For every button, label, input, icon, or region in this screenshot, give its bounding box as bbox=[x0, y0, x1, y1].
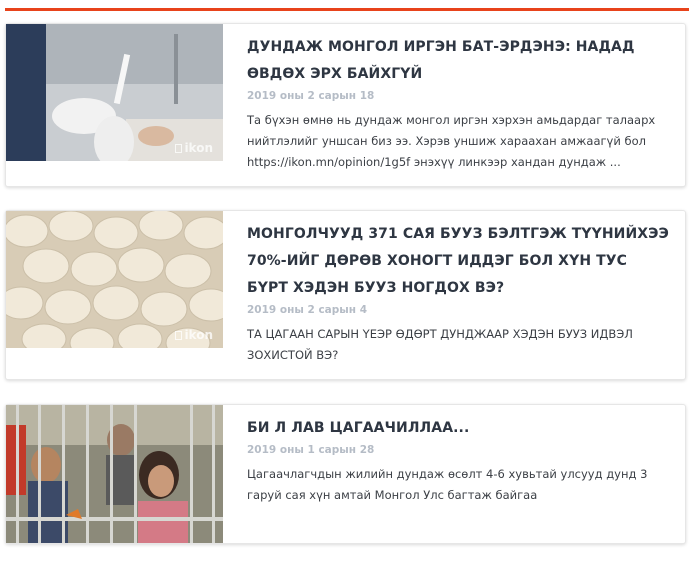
article-title[interactable]: БИ Л ЛАВ ЦАГААЧИЛЛАА... bbox=[247, 415, 671, 442]
watermark: ikon bbox=[175, 328, 213, 342]
article-date: 2019 оны 1 сарын 28 bbox=[247, 444, 375, 456]
article-thumbnail[interactable] bbox=[6, 405, 223, 543]
article-excerpt: ТА ЦАГААН САРЫН ҮЕЭР ӨДӨРТ ДУНДЖААР ХЭДЭ… bbox=[247, 327, 633, 362]
article-date: 2019 оны 2 сарын 18 bbox=[247, 90, 375, 102]
article-thumbnail[interactable]: ikon bbox=[6, 211, 223, 348]
watermark: ikon bbox=[175, 141, 213, 155]
migrants-photo bbox=[6, 405, 223, 543]
article-title[interactable]: ДУНДАЖ МОНГОЛ ИРГЭН БАТ-ЭРДЭНЭ: НАДАД ӨВ… bbox=[247, 34, 671, 88]
article-excerpt: Цагаачлагчдын жилийн дундаж өсөлт 4-6 ху… bbox=[247, 467, 648, 502]
article-date: 2019 оны 2 сарын 4 bbox=[247, 304, 367, 316]
article-excerpt: Та бүхэн өмнө нь дундаж монгол иргэн хэр… bbox=[247, 113, 656, 169]
top-accent-rule bbox=[5, 8, 689, 11]
article-card[interactable]: ikon ДУНДАЖ МОНГОЛ ИРГЭН БАТ-ЭРДЭНЭ: НАД… bbox=[5, 23, 686, 187]
article-card[interactable]: ikon МОНГОЛЧУУД 371 САЯ БУУЗ БЭЛТГЭЖ ТҮҮ… bbox=[5, 210, 686, 380]
article-thumbnail[interactable]: ikon bbox=[6, 24, 223, 161]
article-title[interactable]: МОНГОЛЧУУД 371 САЯ БУУЗ БЭЛТГЭЖ ТҮҮНИЙХЭ… bbox=[247, 221, 671, 302]
article-card[interactable]: БИ Л ЛАВ ЦАГААЧИЛЛАА... 2019 оны 1 сарын… bbox=[5, 404, 686, 544]
